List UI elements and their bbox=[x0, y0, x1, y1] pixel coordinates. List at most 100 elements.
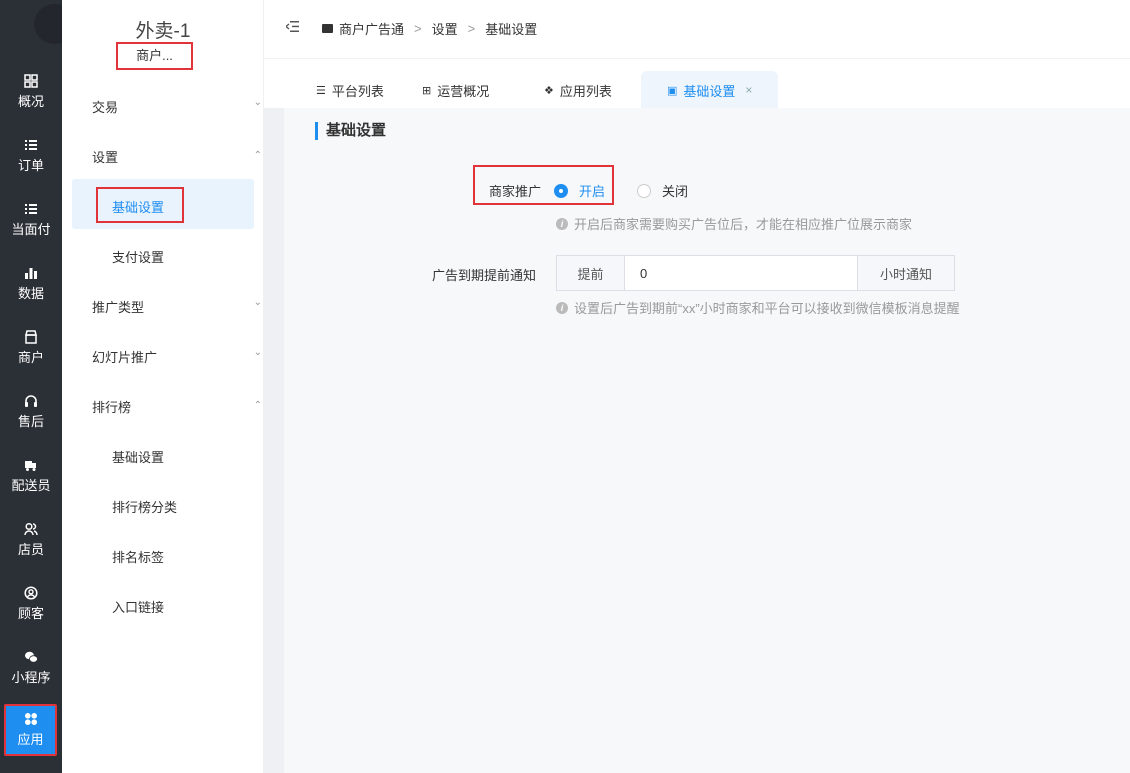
bar-chart-icon bbox=[25, 268, 37, 279]
primary-nav-rail: 概况 订单 当面付 数据 商户 售后 配送员 店员 顾客 小程序 应用 bbox=[0, 0, 76, 773]
wechat-icon bbox=[25, 651, 38, 663]
chevron-up-icon: ⌃ bbox=[253, 400, 262, 411]
notify-hours-input-group: 提前 小时通知 bbox=[556, 255, 955, 291]
hint-text: 设置后广告到期前“xx”小时商家和平台可以接收到微信模板消息提醒 bbox=[574, 301, 960, 316]
apps-icon bbox=[24, 713, 37, 725]
rail-item-merchant[interactable]: 商户 bbox=[0, 326, 62, 376]
promo-hint: i 开启后商家需要购买广告位后，才能在相应推广位展示商家 bbox=[556, 214, 912, 233]
tab-operations-overview[interactable]: ⊞ 运营概况 bbox=[422, 71, 489, 109]
breadcrumb-item[interactable]: 商户广告通 bbox=[339, 19, 404, 38]
rail-item-after-sales[interactable]: 售后 bbox=[0, 390, 62, 440]
section-title: 基础设置 bbox=[315, 122, 386, 140]
nav-item-rank-tags[interactable]: 排名标签 bbox=[112, 547, 164, 566]
radio-label: 关闭 bbox=[662, 184, 689, 199]
rail-item-label: 店员 bbox=[17, 542, 44, 557]
nav-item-ranking-basic[interactable]: 基础设置 bbox=[112, 447, 164, 466]
dashboard-icon bbox=[24, 74, 38, 88]
nav-item-basic-settings[interactable]: 基础设置 bbox=[112, 197, 164, 216]
monitor-icon: ▣ bbox=[667, 84, 678, 97]
store-icon bbox=[25, 330, 37, 344]
notify-label: 广告到期提前通知 bbox=[432, 268, 537, 283]
rail-item-orders[interactable]: 订单 bbox=[0, 134, 62, 184]
rail-item-label: 数据 bbox=[17, 286, 44, 301]
breadcrumb: 商户广告通 > 设置 > 基础设置 bbox=[322, 19, 537, 38]
nav-group-label: 排行榜 bbox=[92, 400, 132, 415]
tab-label: 基础设置 bbox=[683, 83, 736, 99]
radio-promo-on[interactable]: 开启 bbox=[554, 181, 605, 200]
rail-item-label: 当面付 bbox=[11, 222, 51, 237]
nav-group-label: 交易 bbox=[92, 100, 119, 115]
hint-text: 开启后商家需要购买广告位后，才能在相应推广位展示商家 bbox=[574, 217, 913, 232]
rail-item-label: 商户 bbox=[17, 350, 44, 365]
list-icon bbox=[25, 140, 37, 150]
tab-basic-settings[interactable]: ▣ 基础设置 × bbox=[641, 71, 779, 109]
tab-bar: ☰ 平台列表 ⊞ 运营概况 ❖ 应用列表 ▣ 基础设置 × bbox=[264, 58, 1130, 109]
rail-item-overview[interactable]: 概况 bbox=[0, 70, 62, 120]
radio-promo-off[interactable]: 关闭 bbox=[637, 181, 688, 200]
nav-group-label: 幻灯片推广 bbox=[92, 350, 158, 365]
rail-item-label: 顾客 bbox=[17, 606, 44, 621]
secondary-sidebar: 外卖-1 商户... 交易 ⌄ 设置 ⌃ 基础设置 支付设置 推广类型 ⌄ 幻灯… bbox=[62, 0, 264, 773]
tab-label: 运营概况 bbox=[437, 83, 490, 99]
main-content: 基础设置 商家推广 开启 关闭 i 开启后商家需要购买广告位后，才能在相应推广位… bbox=[284, 108, 1130, 773]
input-suffix: 小时通知 bbox=[857, 256, 954, 290]
store-name: 外卖-1 bbox=[135, 21, 191, 42]
rail-item-courier[interactable]: 配送员 bbox=[0, 454, 62, 504]
rail-item-mini-program[interactable]: 小程序 bbox=[0, 646, 62, 696]
nav-group-ranking[interactable]: 排行榜 ⌃ bbox=[92, 397, 262, 416]
apps-icon: ❖ bbox=[544, 84, 554, 97]
tab-platform-list[interactable]: ☰ 平台列表 bbox=[316, 71, 384, 109]
collapse-menu-icon[interactable] bbox=[284, 20, 299, 35]
close-icon[interactable]: × bbox=[745, 83, 752, 97]
chevron-up-icon: ⌃ bbox=[253, 150, 262, 161]
breadcrumb-item: 基础设置 bbox=[485, 22, 538, 37]
radio-unchecked-icon bbox=[637, 183, 651, 198]
grid-icon: ⊞ bbox=[422, 84, 432, 97]
nav-item-payment-settings[interactable]: 支付设置 bbox=[112, 247, 164, 266]
rail-item-label: 小程序 bbox=[11, 670, 51, 685]
chevron-down-icon: ⌄ bbox=[253, 297, 262, 308]
nav-group-label: 推广类型 bbox=[92, 300, 145, 315]
chevron-down-icon: ⌄ bbox=[253, 97, 262, 108]
radio-checked-icon bbox=[554, 183, 568, 198]
nav-group-slideshow[interactable]: 幻灯片推广 ⌄ bbox=[92, 347, 262, 366]
rail-item-label: 配送员 bbox=[11, 478, 51, 493]
rail-item-face-pay[interactable]: 当面付 bbox=[0, 198, 62, 248]
tab-label: 应用列表 bbox=[559, 83, 612, 99]
content-gutter bbox=[264, 108, 284, 773]
rail-item-label: 订单 bbox=[17, 158, 44, 173]
tab-label: 平台列表 bbox=[331, 83, 384, 99]
rail-item-apps[interactable]: 应用 bbox=[4, 704, 57, 756]
list-icon: ☰ bbox=[316, 84, 326, 97]
user-circle-icon bbox=[24, 586, 38, 600]
nav-item-ranking-category[interactable]: 排行榜分类 bbox=[112, 497, 177, 516]
rail-item-staff[interactable]: 店员 bbox=[0, 518, 62, 568]
nav-group-settings[interactable]: 设置 ⌃ bbox=[92, 147, 262, 166]
rail-item-data[interactable]: 数据 bbox=[0, 262, 62, 312]
rail-item-label: 售后 bbox=[17, 414, 44, 429]
users-icon bbox=[24, 522, 38, 536]
rail-item-label: 应用 bbox=[17, 732, 44, 747]
notify-hours-input[interactable] bbox=[625, 256, 857, 290]
nav-group-trade[interactable]: 交易 ⌄ bbox=[92, 97, 262, 116]
nav-group-label: 设置 bbox=[92, 150, 119, 165]
store-switcher[interactable]: 商户... bbox=[116, 42, 193, 70]
breadcrumb-separator: > bbox=[467, 21, 476, 36]
rail-item-customer[interactable]: 顾客 bbox=[0, 582, 62, 632]
promo-label: 商家推广 bbox=[489, 184, 542, 199]
tab-app-list[interactable]: ❖ 应用列表 bbox=[544, 71, 612, 109]
nav-group-promo-type[interactable]: 推广类型 ⌄ bbox=[92, 297, 262, 316]
monitor-icon bbox=[322, 24, 333, 33]
list-icon bbox=[25, 204, 37, 214]
input-prefix: 提前 bbox=[557, 256, 625, 290]
notify-hint: i 设置后广告到期前“xx”小时商家和平台可以接收到微信模板消息提醒 bbox=[556, 298, 960, 317]
headset-icon bbox=[25, 395, 37, 407]
breadcrumb-separator: > bbox=[414, 21, 422, 36]
breadcrumb-item[interactable]: 设置 bbox=[432, 19, 458, 38]
info-icon: i bbox=[556, 301, 568, 314]
radio-label: 开启 bbox=[579, 184, 606, 199]
chevron-down-icon: ⌄ bbox=[253, 347, 262, 358]
rail-item-label: 概况 bbox=[17, 94, 44, 109]
nav-item-entry-link[interactable]: 入口链接 bbox=[112, 597, 164, 616]
delivery-icon bbox=[25, 461, 36, 471]
